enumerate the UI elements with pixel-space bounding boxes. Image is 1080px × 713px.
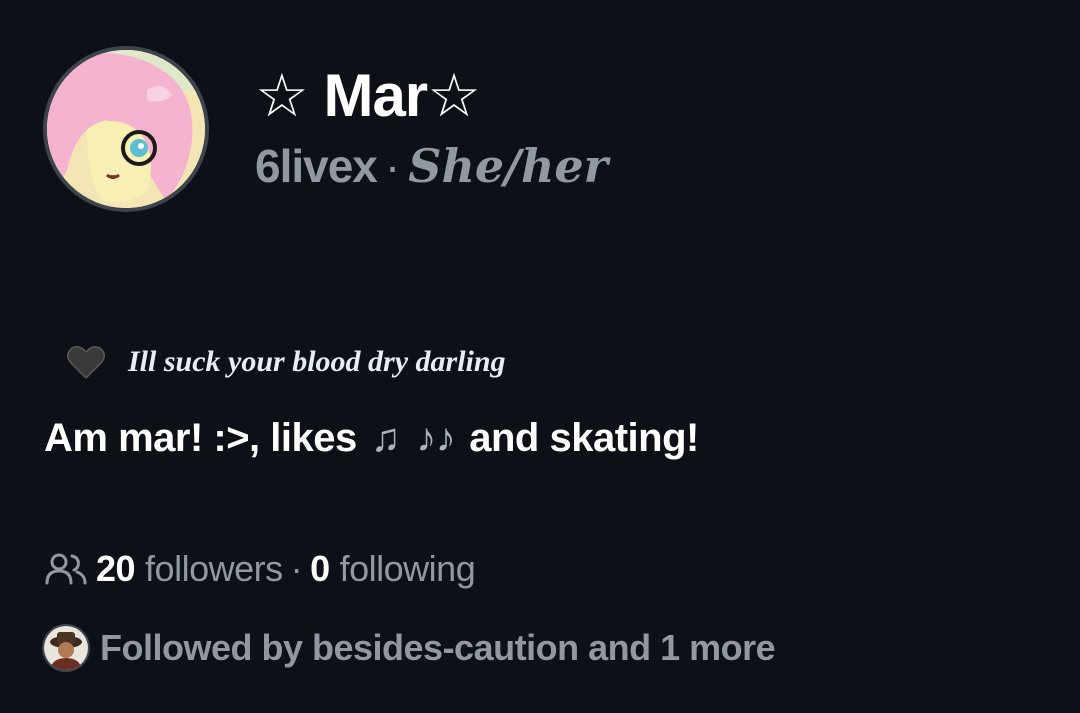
pink-pony-avatar-icon bbox=[47, 50, 205, 208]
username-line: 6livex · She/her bbox=[255, 143, 608, 189]
music-notes-icon: ♪♪ bbox=[416, 416, 456, 460]
user-status[interactable]: Ill suck your blood dry darling bbox=[66, 340, 506, 384]
followers-label[interactable]: followers bbox=[145, 548, 283, 590]
following-count[interactable]: 0 bbox=[310, 548, 330, 590]
separator: · bbox=[384, 140, 401, 192]
followed-by-text[interactable]: Followed by besides-caution and 1 more bbox=[100, 627, 776, 669]
pronouns: She/her bbox=[408, 139, 608, 193]
display-name: ☆ Mar☆ bbox=[255, 62, 481, 129]
bio-text-end: and skating! bbox=[469, 416, 699, 460]
profile-avatar[interactable] bbox=[43, 46, 209, 212]
separator: · bbox=[290, 548, 303, 589]
follower-avatar[interactable] bbox=[42, 624, 90, 672]
followed-by[interactable]: Followed by besides-caution and 1 more bbox=[42, 624, 776, 672]
followers-count[interactable]: 20 bbox=[96, 548, 136, 590]
username: 6livex bbox=[255, 140, 378, 192]
follower-avatar-icon bbox=[44, 626, 88, 670]
follow-stats: 20 followers · 0 following bbox=[44, 548, 476, 590]
people-icon bbox=[45, 553, 87, 585]
bio-text-start: Am mar! :>, likes bbox=[44, 416, 357, 460]
black-heart-icon bbox=[67, 346, 105, 380]
music-note-icon: ♫ bbox=[370, 416, 401, 460]
status-text: Ill suck your blood dry darling bbox=[128, 345, 506, 378]
bio: Am mar! :>, likes ♫ ♪♪ and skating! bbox=[44, 416, 699, 461]
following-label[interactable]: following bbox=[340, 548, 476, 590]
